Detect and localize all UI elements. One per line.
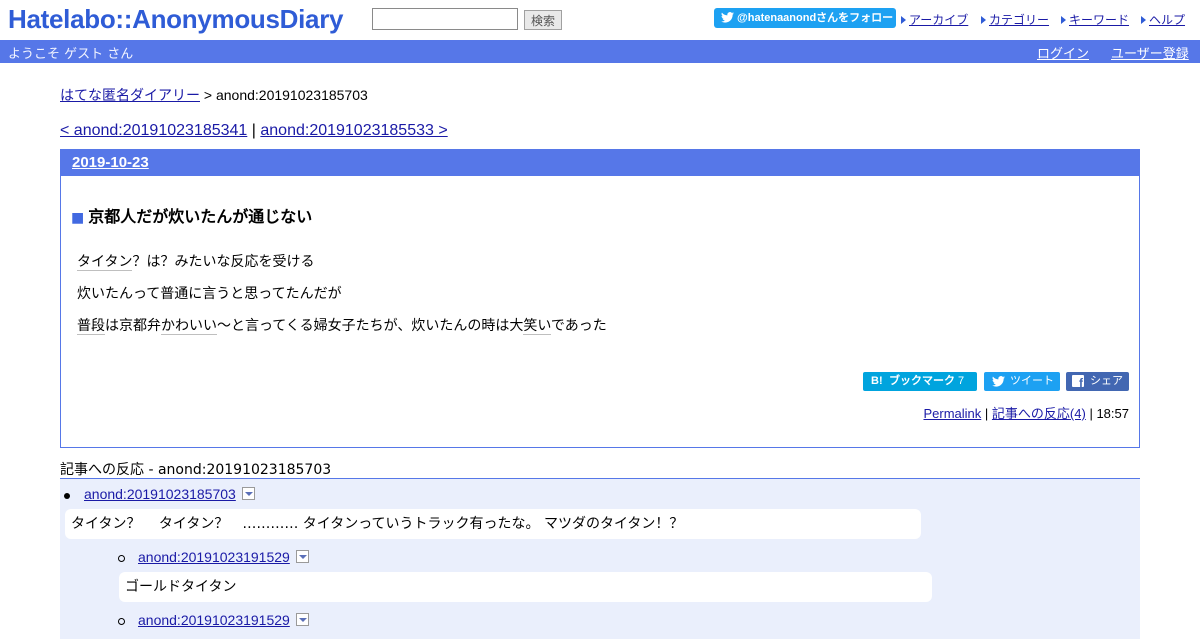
keyword-link[interactable]: かわいい — [161, 318, 217, 335]
dropdown-toggle-icon[interactable] — [295, 613, 309, 626]
tweet-button[interactable]: ツイート — [984, 372, 1060, 391]
nav-archive-link[interactable]: アーカイブ — [909, 13, 968, 27]
nav-keyword[interactable]: キーワード — [1061, 11, 1129, 28]
tweet-label: ツイート — [1010, 375, 1054, 387]
dropdown-toggle-icon[interactable] — [295, 550, 309, 563]
nav-category[interactable]: カテゴリー — [981, 11, 1049, 28]
twitter-icon — [721, 12, 734, 23]
entry-time: 18:57 — [1096, 406, 1129, 421]
pager-separator: | — [251, 122, 256, 139]
bullet-icon — [118, 618, 125, 625]
title-square-icon[interactable]: ■ — [71, 210, 84, 226]
site-logo[interactable]: Hatelabo::AnonymousDiary — [8, 4, 343, 35]
facebook-icon: f — [1072, 375, 1084, 390]
arrow-icon — [901, 16, 906, 24]
reaction-link[interactable]: anond:20191023191529 — [138, 612, 290, 628]
reaction-excerpt: タイタン？ タイタン？ ………… タイタンっていうトラック有ったな。 マツダのタ… — [65, 509, 921, 539]
breadcrumb-current: anond:20191023185703 — [215, 87, 368, 103]
permalink-link[interactable]: Permalink — [923, 406, 981, 421]
entry-date-link[interactable]: 2019-10-23 — [72, 154, 149, 171]
body-line: 炊いたんって普通に言うと思ってたんだが — [77, 285, 607, 303]
body-text: 〜と言ってくる婦女子たちが、炊いたんの時は大 — [217, 318, 524, 334]
user-bar: ようこそ ゲスト さん ログイン ユーザー登録 — [0, 40, 1200, 63]
reaction-excerpt: ゴールドタイタン — [119, 572, 932, 602]
body-text: 炊いたんって普通に言うと思ってたんだが — [77, 286, 342, 302]
breadcrumb-separator: > — [203, 87, 213, 103]
nav-category-link[interactable]: カテゴリー — [989, 13, 1049, 27]
bullet-icon — [118, 555, 125, 562]
facebook-icon-letter: f — [1079, 376, 1083, 390]
hatena-bookmark-label: ブックマーク — [889, 375, 955, 387]
arrow-icon — [981, 16, 986, 24]
keyword-link[interactable]: タイタン — [77, 254, 133, 271]
prev-entry-link[interactable]: < anond:20191023185341 — [60, 122, 247, 139]
keyword-link[interactable]: 笑い — [523, 318, 551, 335]
register-link[interactable]: ユーザー登録 — [1111, 43, 1189, 62]
breadcrumb: はてな匿名ダイアリー > anond:20191023185703 — [60, 85, 368, 105]
body-line: 普段は京都弁かわいい〜と言ってくる婦女子たちが、炊いたんの時は大笑いであった — [77, 317, 607, 335]
breadcrumb-home[interactable]: はてな匿名ダイアリー — [60, 87, 200, 103]
nav-help-link[interactable]: ヘルプ — [1149, 13, 1185, 27]
reactions-heading: 記事への反応 - anond:20191023185703 — [60, 462, 332, 478]
entry-box: 2019-10-23 ■ 京都人だが炊いたんが通じない タイタン？は？みたいな反応… — [60, 149, 1140, 448]
body-line: タイタン？は？みたいな反応を受ける — [77, 253, 607, 271]
footer-separator: | — [1089, 406, 1093, 421]
reaction-link[interactable]: anond:20191023185703 — [84, 486, 236, 502]
twitter-follow-button[interactable]: @hatenaanondさんをフォロー — [714, 8, 896, 28]
bullet-icon — [64, 493, 70, 499]
dropdown-toggle-icon[interactable] — [241, 487, 255, 500]
hatena-bookmark-icon: B! — [871, 375, 883, 387]
next-entry-link[interactable]: anond:20191023185533 > — [260, 122, 447, 139]
reaction-item: anond:20191023185703 — [84, 486, 255, 502]
reactions-link[interactable]: 記事への反応(4) — [992, 406, 1086, 421]
follow-label: @hatenaanondさんをフォロー — [737, 12, 894, 24]
footer-separator: | — [984, 406, 989, 421]
nav-archive[interactable]: アーカイブ — [901, 11, 968, 28]
entry-body: タイタン？は？みたいな反応を受ける 炊いたんって普通に言うと思ってたんだが 普段… — [77, 253, 607, 349]
entry-title-text: 京都人だが炊いたんが通じない — [88, 207, 313, 226]
entry-pager: < anond:20191023185341 | anond:201910231… — [60, 122, 448, 140]
reactions-panel: anond:20191023185703 タイタン？ タイタン？ ………… タイ… — [60, 478, 1140, 639]
reaction-item: anond:20191023191529 — [138, 549, 309, 565]
facebook-share-button[interactable]: f シェア — [1066, 372, 1129, 391]
login-link[interactable]: ログイン — [1037, 43, 1089, 62]
keyword-link[interactable]: 普段 — [77, 318, 105, 335]
body-text: は京都弁 — [105, 318, 161, 334]
hatena-bookmark-button[interactable]: B! ブックマーク 7 — [863, 372, 977, 391]
nav-help[interactable]: ヘルプ — [1141, 11, 1185, 28]
facebook-share-label: シェア — [1090, 375, 1123, 387]
welcome-text: ようこそ ゲスト さん — [8, 47, 134, 62]
reaction-item: anond:20191023191529 — [138, 612, 309, 628]
search-input[interactable] — [372, 8, 518, 30]
body-text: ？は？みたいな反応を受ける — [132, 254, 315, 270]
bookmark-count: 7 — [958, 375, 965, 387]
nav-keyword-link[interactable]: キーワード — [1069, 13, 1129, 27]
date-bar: 2019-10-23 — [61, 150, 1139, 176]
header: Hatelabo::AnonymousDiary 検索 @hatenaanond… — [0, 0, 1200, 40]
arrow-icon — [1061, 16, 1066, 24]
arrow-icon — [1141, 16, 1146, 24]
entry-footer: Permalink | 記事への反応(4) | 18:57 — [923, 403, 1129, 422]
body-text: であった — [550, 318, 607, 334]
twitter-icon — [992, 376, 1005, 387]
search-button[interactable]: 検索 — [524, 10, 562, 30]
entry-title: ■ 京都人だが炊いたんが通じない — [71, 203, 312, 227]
reaction-link[interactable]: anond:20191023191529 — [138, 549, 290, 565]
